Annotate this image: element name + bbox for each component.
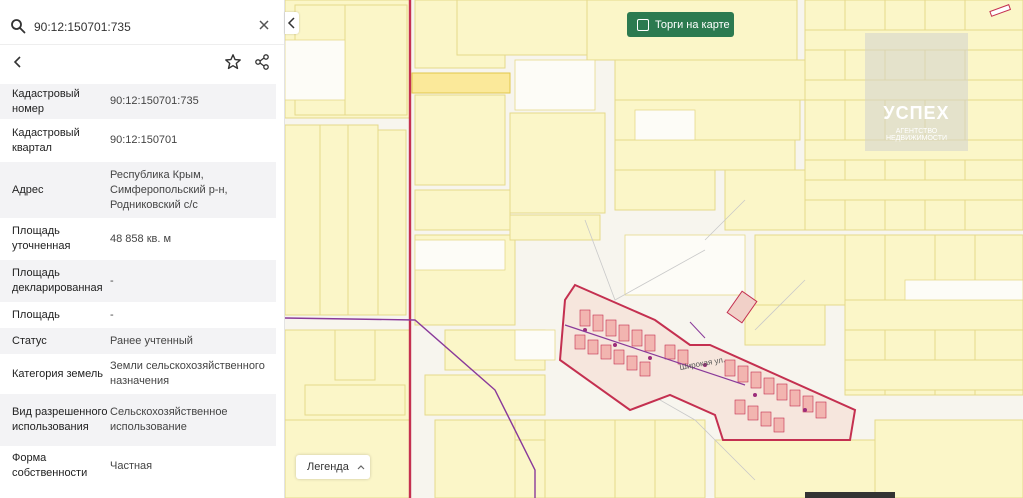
watermark-logo: УСПЕХ АГЕНТСТВО НЕДВИЖИМОСТИ (865, 33, 968, 151)
property-label: Категория земель (12, 367, 103, 380)
property-label: Вид разрешенного использования (12, 406, 108, 433)
share-icon[interactable] (253, 53, 271, 71)
auctions-on-map-toggle[interactable]: Торги на карте (627, 12, 734, 37)
search-icon (11, 19, 26, 34)
property-value: Сельскохозяйственное использование (110, 406, 228, 433)
property-list: Кадастровый номер 90:12:150701:735 Кадас… (0, 84, 276, 486)
chevron-up-icon (357, 465, 365, 470)
property-row: Вид разрешенного использования Сельскохо… (0, 394, 276, 446)
chevron-left-icon (287, 17, 295, 29)
property-value: Ранее учтенный (110, 334, 193, 347)
property-label: Адрес (12, 183, 44, 196)
auctions-label: Торги на карте (655, 18, 730, 31)
property-value: - (110, 308, 114, 321)
property-row: Кадастровый квартал 90:12:150701 (0, 119, 276, 162)
info-panel: Кадастровый номер 90:12:150701:735 Кадас… (0, 0, 285, 498)
watermark-subtitle: АГЕНТСТВО НЕДВИЖИМОСТИ (885, 128, 948, 142)
property-value: 90:12:150701:735 (110, 95, 199, 107)
property-value: 90:12:150701 (110, 134, 178, 146)
property-label: Статус (12, 334, 47, 347)
property-label: Кадастровый номер (12, 87, 80, 115)
property-value: Земли сельскохозяйственного назначения (110, 360, 265, 387)
property-label: Площадь уточненная (12, 225, 71, 252)
property-value: - (110, 274, 114, 287)
property-label: Кадастровый квартал (12, 126, 80, 154)
property-row: Кадастровый номер 90:12:150701:735 (0, 84, 276, 119)
collapse-panel-button[interactable] (285, 12, 299, 34)
property-value: Республика Крым, Симферопольский р-н, Ро… (110, 168, 228, 211)
property-label: Площадь (12, 308, 60, 321)
property-value: 48 858 кв. м (110, 232, 172, 245)
property-label: Площадь декларированная (12, 267, 103, 294)
legend-label: Легенда (307, 461, 349, 473)
property-row: Адрес Республика Крым, Симферопольский р… (0, 162, 276, 218)
property-value: Частная (110, 459, 153, 472)
property-row: Площадь уточненная 48 858 кв. м (0, 218, 276, 260)
checkbox[interactable] (637, 18, 649, 31)
legend-button[interactable]: Легенда (296, 455, 370, 479)
property-label: Форма собственности (12, 452, 88, 479)
property-row: Площадь декларированная - (0, 260, 276, 302)
property-row: Статус Ранее учтенный (0, 328, 276, 354)
search-bar (0, 10, 284, 42)
watermark-brand: УСПЕХ (883, 103, 950, 123)
property-row: Площадь - (0, 302, 276, 328)
divider (0, 44, 284, 45)
back-arrow-icon[interactable] (10, 54, 26, 70)
panel-toolbar (0, 48, 284, 76)
search-input[interactable] (32, 14, 246, 40)
close-icon[interactable] (256, 17, 272, 33)
cadastral-map[interactable]: Широкая ул. УСПЕХ АГЕНТСТВО НЕДВИЖИМОСТИ (285, 0, 1023, 498)
property-row: Категория земель Земли сельскохозяйствен… (0, 354, 276, 394)
property-row: Форма собственности Частная (0, 446, 276, 486)
star-icon[interactable] (224, 53, 242, 71)
